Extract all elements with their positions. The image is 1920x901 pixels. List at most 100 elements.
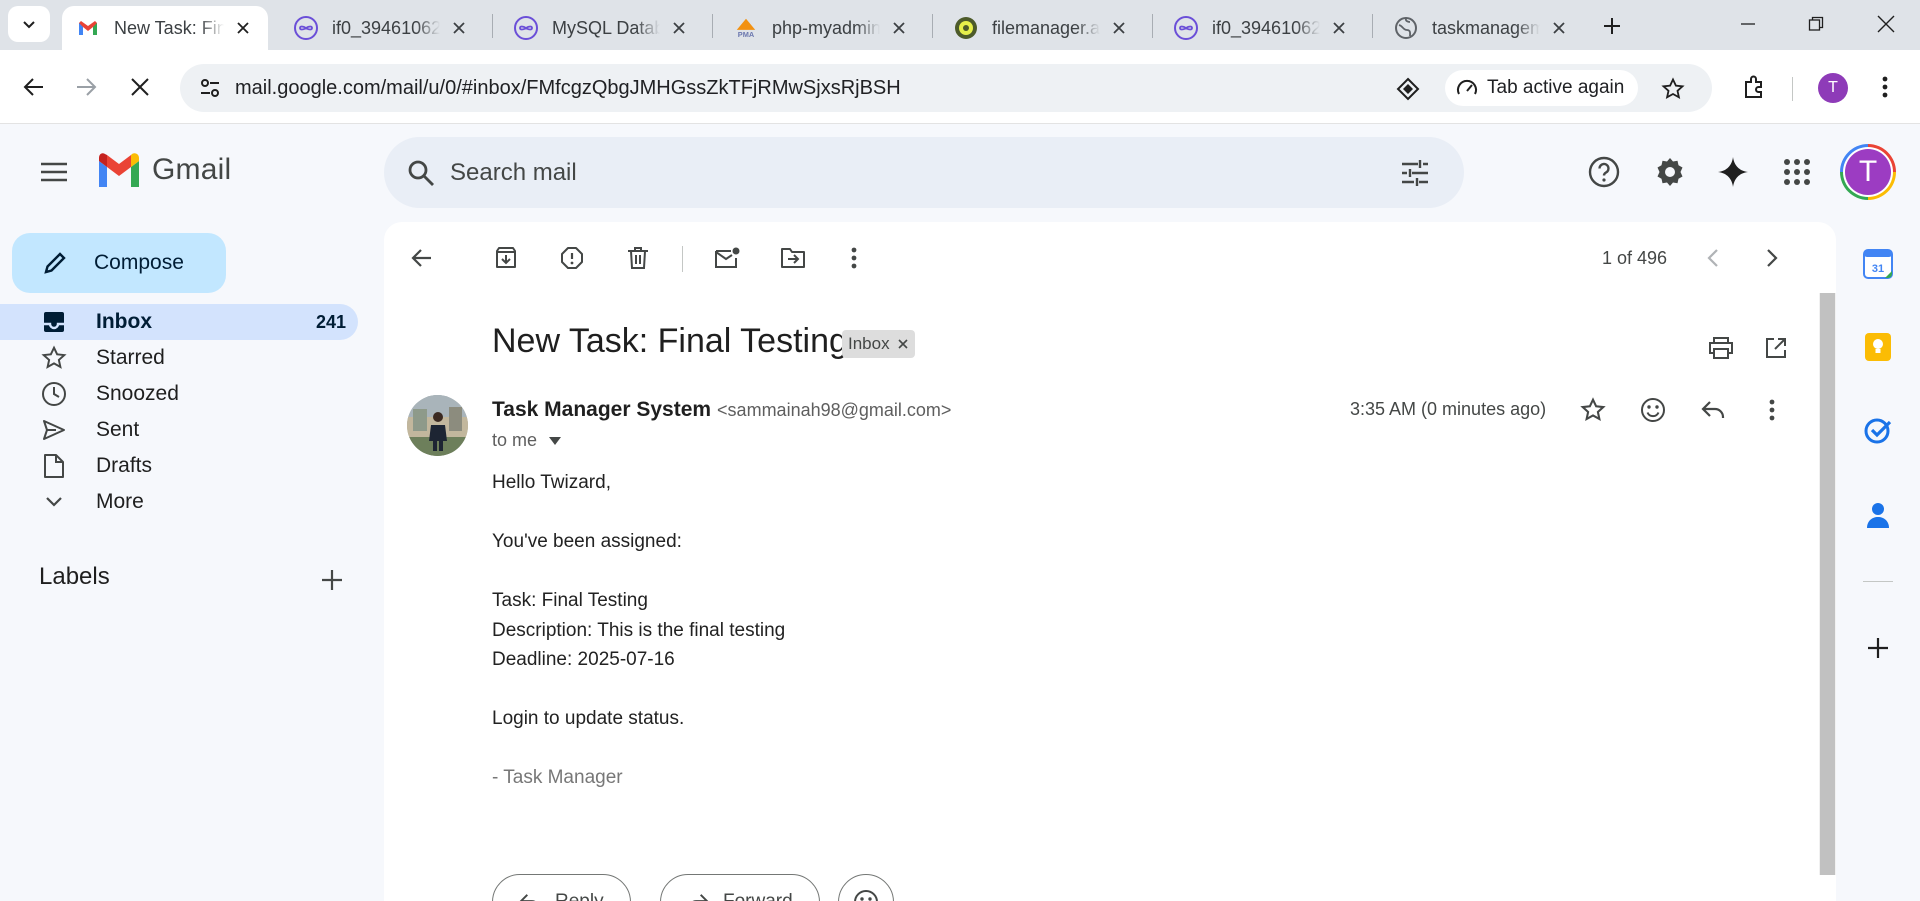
chevron-down-icon xyxy=(40,488,68,516)
browser-tab-gmail[interactable]: New Task: Final Testing xyxy=(62,6,268,50)
body-line xyxy=(492,734,785,764)
sender-name[interactable]: Task Manager System xyxy=(492,398,711,421)
nav-item-inbox[interactable]: Inbox 241 xyxy=(0,304,358,340)
close-icon[interactable] xyxy=(448,17,470,39)
close-icon[interactable] xyxy=(668,17,690,39)
nav-item-snoozed[interactable]: Snoozed xyxy=(0,376,358,412)
open-in-new-window-button[interactable] xyxy=(1756,328,1796,368)
close-icon xyxy=(131,78,149,96)
get-addons-button[interactable] xyxy=(1860,630,1896,666)
tab-separator xyxy=(1372,14,1373,38)
search-input[interactable] xyxy=(450,137,1350,208)
minimize-button[interactable] xyxy=(1730,8,1766,40)
back-to-inbox-button[interactable] xyxy=(402,238,442,278)
remove-label-icon[interactable] xyxy=(897,338,909,350)
gemini-button[interactable] xyxy=(1709,148,1757,196)
calendar-app-button[interactable]: 31 xyxy=(1860,246,1896,282)
close-icon[interactable] xyxy=(1548,17,1570,39)
browser-tab-if0-1[interactable]: if0_39461062 xyxy=(280,6,484,50)
google-lens-icon[interactable] xyxy=(1395,76,1421,102)
sender-avatar[interactable] xyxy=(407,395,468,456)
close-icon[interactable] xyxy=(1108,17,1130,39)
browser-tab-phpmyadmin[interactable]: PMA php-myadmin xyxy=(720,6,924,50)
nav-item-starred[interactable]: Starred xyxy=(0,340,358,376)
print-button[interactable] xyxy=(1701,328,1741,368)
reply-button[interactable] xyxy=(1693,390,1733,430)
message-more-button[interactable] xyxy=(1752,390,1792,430)
star-icon xyxy=(1580,397,1606,422)
back-button[interactable] xyxy=(14,67,54,107)
nav-item-drafts[interactable]: Drafts xyxy=(0,448,358,484)
compose-button[interactable]: Compose xyxy=(12,233,226,293)
newer-button[interactable] xyxy=(1693,238,1733,278)
close-icon[interactable] xyxy=(232,17,254,39)
search-options-icon[interactable] xyxy=(1396,154,1434,192)
new-tab-button[interactable] xyxy=(1596,10,1628,42)
browser-tab-if0-2[interactable]: if0_39461062 xyxy=(1160,6,1364,50)
move-to-button[interactable] xyxy=(773,238,813,278)
nav-label: Drafts xyxy=(96,454,153,477)
site-info-icon[interactable] xyxy=(194,72,226,104)
browser-tab-filemanager[interactable]: filemanager.ai xyxy=(940,6,1144,50)
account-avatar[interactable]: T xyxy=(1840,144,1896,200)
caret-down-icon xyxy=(547,433,563,449)
forward-button[interactable] xyxy=(66,67,106,107)
emoji-react-button[interactable] xyxy=(838,874,894,901)
browser-profile-avatar[interactable]: T xyxy=(1818,73,1848,103)
extensions-button[interactable] xyxy=(1735,67,1775,107)
url-text[interactable]: mail.google.com/mail/u/0/#inbox/FMfcgzQb… xyxy=(235,77,901,100)
report-spam-button[interactable] xyxy=(552,238,592,278)
close-icon[interactable] xyxy=(888,17,910,39)
delete-button[interactable] xyxy=(618,238,658,278)
settings-button[interactable] xyxy=(1646,148,1694,196)
nav-item-sent[interactable]: Sent xyxy=(0,412,358,448)
contacts-app-button[interactable] xyxy=(1860,497,1896,533)
window-close-button[interactable] xyxy=(1868,8,1904,40)
email-scrollbar[interactable] xyxy=(1819,293,1836,875)
side-panel-divider xyxy=(1863,581,1893,582)
pma-icon: PMA xyxy=(734,16,758,40)
browser-menu-button[interactable] xyxy=(1865,67,1905,107)
pagination-text: 1 of 496 xyxy=(1602,248,1668,268)
tab-active-again-chip[interactable]: Tab active again xyxy=(1445,70,1639,106)
compose-label: Compose xyxy=(94,251,184,274)
scrollbar-thumb[interactable] xyxy=(1820,293,1835,875)
tab-title: php-myadmin xyxy=(772,17,880,38)
google-apps-button[interactable] xyxy=(1773,148,1821,196)
move-folder-icon xyxy=(781,248,805,268)
address-bar[interactable]: mail.google.com/mail/u/0/#inbox/FMfcgzQb… xyxy=(180,64,1712,112)
keep-app-button[interactable] xyxy=(1860,329,1896,365)
nav-label: Inbox xyxy=(96,310,152,333)
tasks-app-button[interactable] xyxy=(1860,412,1896,448)
archive-button[interactable] xyxy=(486,238,526,278)
nav-item-more[interactable]: More xyxy=(0,484,358,520)
speedometer-icon xyxy=(1455,76,1479,100)
tab-search-button[interactable] xyxy=(8,6,50,42)
globe-icon xyxy=(1394,16,1418,40)
star-icon xyxy=(40,344,68,372)
restore-button[interactable] xyxy=(1798,8,1834,40)
tab-title: taskmanagem xyxy=(1432,17,1540,38)
tab-title: if0_39461062 xyxy=(1212,17,1320,38)
recipients-toggle[interactable]: to me xyxy=(492,430,563,451)
star-button[interactable] xyxy=(1573,390,1613,430)
bookmark-star-icon[interactable] xyxy=(1658,74,1688,104)
gmail-logo[interactable]: Gmail xyxy=(96,152,231,188)
close-icon[interactable] xyxy=(1328,17,1350,39)
reply-pill-button[interactable]: Reply xyxy=(492,874,631,901)
main-menu-button[interactable] xyxy=(30,148,78,196)
search-icon[interactable] xyxy=(402,154,440,192)
search-bar[interactable] xyxy=(384,137,1464,208)
sender-email: <sammainah98@gmail.com> xyxy=(717,400,952,420)
browser-tab-mysql[interactable]: MySQL Databases xyxy=(500,6,704,50)
stop-loading-button[interactable] xyxy=(120,67,160,107)
more-actions-button[interactable] xyxy=(834,238,874,278)
recipients-label: to me xyxy=(492,430,538,450)
older-button[interactable] xyxy=(1752,238,1792,278)
browser-tab-taskmanager[interactable]: taskmanagem xyxy=(1380,6,1584,50)
help-button[interactable] xyxy=(1580,148,1628,196)
create-label-button[interactable] xyxy=(314,562,350,598)
forward-pill-button[interactable]: Forward xyxy=(660,874,820,901)
add-reaction-button[interactable] xyxy=(1633,390,1673,430)
mark-unread-button[interactable] xyxy=(707,238,747,278)
